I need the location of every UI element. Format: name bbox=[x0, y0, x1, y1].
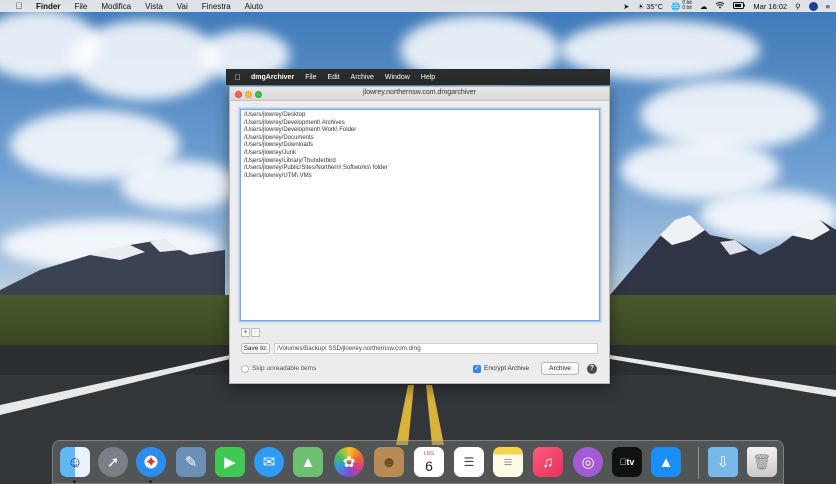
archive-button[interactable]: Archive bbox=[541, 362, 579, 375]
notes-icon[interactable]: ≡ bbox=[493, 447, 523, 477]
save-to-button[interactable]: Save to: bbox=[241, 343, 270, 354]
folder-list[interactable]: /Users/jlowrey/Desktop /Users/jlowrey/De… bbox=[240, 109, 600, 321]
clock[interactable]: Mar 16:02 bbox=[753, 2, 787, 11]
wifi-icon[interactable] bbox=[715, 1, 725, 11]
running-indicator bbox=[149, 480, 152, 483]
contacts-icon[interactable]: ☻ bbox=[374, 447, 404, 477]
menu-edit[interactable]: Edit bbox=[327, 74, 339, 81]
checkmark-icon: ✓ bbox=[474, 365, 480, 372]
network-monitor[interactable]: 🌐 0 bit 0 bit bbox=[671, 1, 692, 11]
safari-icon[interactable]: ✦ bbox=[136, 447, 166, 477]
save-path-field[interactable]: /Volumes/Backup\ SSD/jlowrey.northernsw.… bbox=[274, 343, 598, 354]
control-center-icon[interactable]: ≡ bbox=[826, 2, 830, 11]
skip-unreadable-checkbox[interactable] bbox=[241, 365, 249, 373]
list-item[interactable]: /Users/jlowrey/Development\ Work\ Folder bbox=[244, 127, 596, 135]
trash-icon[interactable]: 🗑 bbox=[747, 447, 777, 477]
menu-vai[interactable]: Vai bbox=[177, 2, 188, 11]
dock-separator bbox=[698, 447, 699, 479]
window-titlebar[interactable]: jlowrey.northernsw.com.dmgarchiver bbox=[230, 87, 609, 101]
apple-icon:  bbox=[620, 457, 627, 467]
menu-archive[interactable]: Archive bbox=[351, 74, 374, 81]
podcasts-icon[interactable]: ◎ bbox=[573, 447, 603, 477]
messages-icon[interactable]: ✉ bbox=[254, 447, 284, 477]
weather-temperature[interactable]: ☀ 35°C bbox=[637, 2, 663, 11]
user-avatar-icon[interactable] bbox=[808, 1, 818, 11]
menu-vista[interactable]: Vista bbox=[145, 2, 163, 11]
location-arrow-icon[interactable]: ➤ bbox=[623, 2, 629, 11]
menu-finestra[interactable]: Finestra bbox=[202, 2, 231, 11]
list-item[interactable]: /Users/jlowrey/Documents bbox=[244, 135, 596, 143]
list-item[interactable]: /Users/jlowrey/Public/Sites/Northern\ So… bbox=[244, 165, 596, 173]
skip-unreadable-label: Skip unreadable items bbox=[252, 365, 317, 372]
apple-icon[interactable]:  bbox=[14, 1, 24, 11]
archiver-window: jlowrey.northernsw.com.dmgarchiver /User… bbox=[229, 86, 610, 384]
menu-modifica[interactable]: Modifica bbox=[101, 2, 131, 11]
globe-icon: 🌐 bbox=[671, 1, 681, 11]
menu-app-name[interactable]: dmgArchiver bbox=[251, 74, 294, 81]
apple-icon[interactable]:  bbox=[235, 73, 241, 82]
downloads-folder-icon[interactable]: ⇩ bbox=[708, 447, 738, 477]
temperature-value: 35°C bbox=[646, 1, 664, 11]
menu-file[interactable]: File bbox=[305, 74, 316, 81]
encrypt-archive-checkbox[interactable]: ✓ bbox=[473, 365, 481, 373]
list-item[interactable]: /Users/jlowrey/Development\ Archives bbox=[244, 120, 596, 128]
net-down-value: 0 bit bbox=[682, 5, 692, 11]
menu-window[interactable]: Window bbox=[385, 74, 410, 81]
spotlight-search-icon[interactable]: ⚲ bbox=[795, 2, 801, 11]
calendar-icon[interactable]: LUG 6 bbox=[414, 447, 444, 477]
dock: ☺ ➚ ✦ ✎ ▶ ✉ ▲ ✿ ☻ LUG 6 ☰ ≡ ♫ ◎ tv ▲ ⇩ … bbox=[52, 440, 784, 484]
menu-finder[interactable]: Finder bbox=[36, 2, 60, 11]
window-title: jlowrey.northernsw.com.dmgarchiver bbox=[362, 89, 477, 96]
music-icon[interactable]: ♫ bbox=[533, 447, 563, 477]
list-item[interactable]: /Users/jlowrey/Downloads bbox=[244, 142, 596, 150]
running-indicator bbox=[73, 480, 76, 483]
list-item[interactable]: /Users/jlowrey/Desktop bbox=[244, 112, 596, 120]
thermometer-icon: ☀ bbox=[637, 1, 645, 11]
tv-icon[interactable]: tv bbox=[612, 447, 642, 477]
tv-label: tv bbox=[622, 457, 634, 467]
menu-file[interactable]: File bbox=[74, 2, 87, 11]
encrypt-archive-label: Encrypt Archive bbox=[484, 365, 530, 372]
launchpad-icon[interactable]: ➚ bbox=[98, 447, 128, 477]
calendar-month: LUG bbox=[423, 450, 435, 457]
help-button[interactable]: ? bbox=[587, 364, 597, 374]
list-item[interactable]: /Users/jlowrey/Junk bbox=[244, 150, 596, 158]
maps-icon[interactable]: ▲ bbox=[293, 447, 323, 477]
list-item[interactable]: /Users/jlowrey/Library/Thunderbird bbox=[244, 158, 596, 166]
remove-folder-button[interactable]: - bbox=[251, 328, 260, 337]
app-store-icon[interactable]: ▲ bbox=[651, 447, 681, 477]
cloud-icon[interactable]: ☁ bbox=[700, 2, 708, 11]
facetime-icon[interactable]: ▶ bbox=[215, 447, 245, 477]
calendar-day: 6 bbox=[425, 457, 433, 474]
app-menu-bar:  dmgArchiver File Edit Archive Window H… bbox=[226, 69, 610, 85]
list-item[interactable]: /Users/jlowrey/UTM\ VMs bbox=[244, 173, 596, 181]
system-menu-bar:  Finder File Modifica Vista Vai Finestr… bbox=[0, 0, 836, 12]
add-folder-button[interactable]: + bbox=[241, 328, 250, 337]
preview-icon[interactable]: ✎ bbox=[176, 447, 206, 477]
menu-help[interactable]: Help bbox=[421, 74, 435, 81]
reminders-icon[interactable]: ☰ bbox=[454, 447, 484, 477]
battery-icon[interactable] bbox=[733, 1, 746, 11]
menu-aiuto[interactable]: Aiuto bbox=[245, 2, 263, 11]
finder-icon[interactable]: ☺ bbox=[60, 447, 90, 477]
photos-icon[interactable]: ✿ bbox=[334, 447, 364, 477]
